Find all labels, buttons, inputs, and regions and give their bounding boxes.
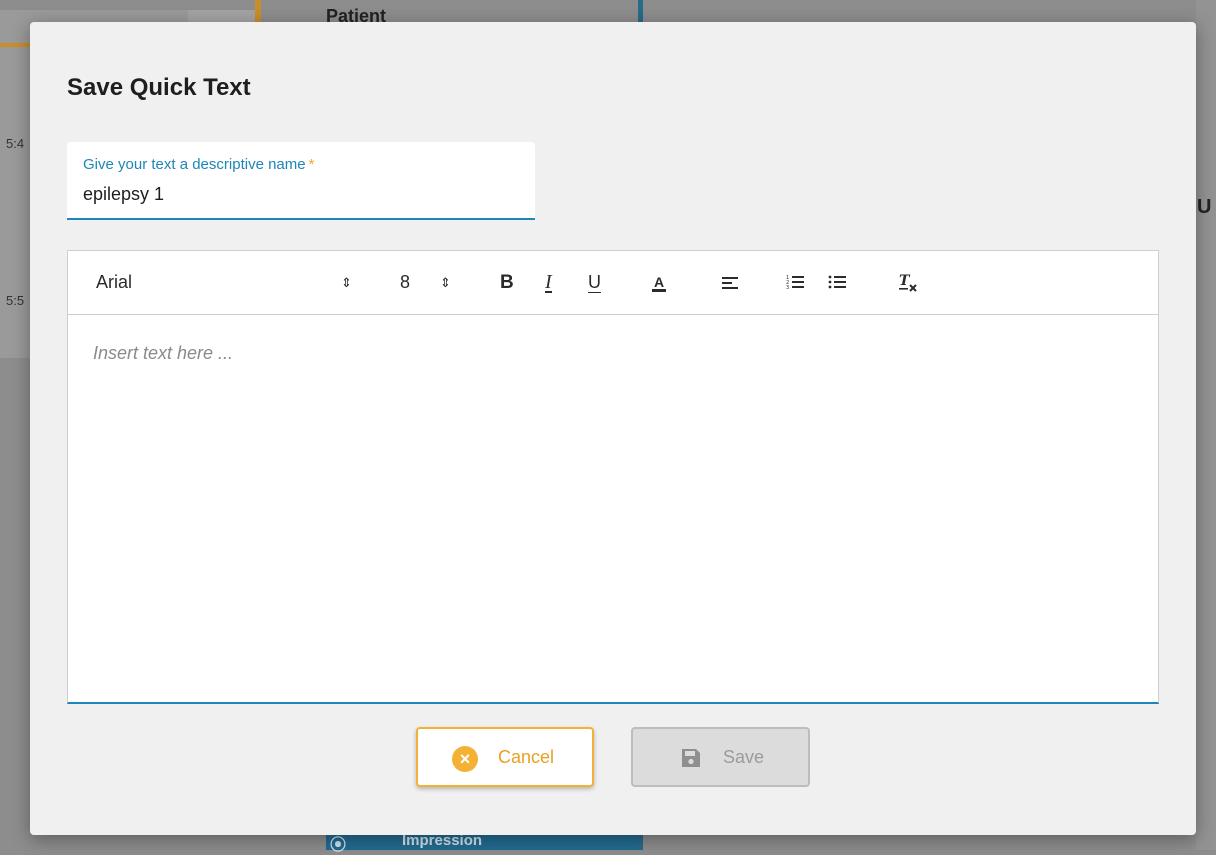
floppy-disk-icon xyxy=(682,749,700,767)
editor-toolbar: Arial ⇕ 8 ⇕ B I U A 1 2 3 T xyxy=(68,251,1158,315)
clear-format-icon: T xyxy=(899,273,917,292)
size-select-value: 8 xyxy=(400,272,411,292)
underline-button[interactable]: U xyxy=(588,251,601,314)
name-field-label: Give your text a descriptive name * xyxy=(83,156,314,173)
required-marker: * xyxy=(308,156,315,173)
name-field-label-text: Give your text a descriptive name xyxy=(83,156,306,173)
save-quick-text-dialog: Save Quick Text Give your text a descrip… xyxy=(30,22,1196,835)
save-button[interactable]: Save xyxy=(631,727,810,787)
rich-text-editor: Arial ⇕ 8 ⇕ B I U A 1 2 3 T Insert text … xyxy=(67,250,1159,704)
editor-placeholder: Insert text here ... xyxy=(93,343,234,363)
text-color-button[interactable]: A xyxy=(652,251,667,314)
ordered-list-icon: 1 2 3 xyxy=(786,275,804,291)
italic-button[interactable]: I xyxy=(545,251,552,314)
background-accent xyxy=(0,43,30,47)
save-button-label: Save xyxy=(723,747,765,767)
align-left-icon xyxy=(722,277,738,289)
updown-icon: ⇕ xyxy=(341,275,352,290)
text-color-icon: A xyxy=(652,274,667,292)
svg-text:T: T xyxy=(899,273,911,289)
underline-icon: U xyxy=(588,272,601,292)
name-input[interactable] xyxy=(83,182,503,206)
background-column-text: U xyxy=(1197,196,1212,218)
editor-content[interactable]: Insert text here ... xyxy=(68,315,1158,701)
bold-button[interactable]: B xyxy=(500,251,514,314)
dialog-title: Save Quick Text xyxy=(67,74,251,101)
updown-icon: ⇕ xyxy=(440,275,451,290)
cancel-button[interactable]: × Cancel xyxy=(416,727,594,787)
font-select-value: Arial xyxy=(96,272,133,292)
name-field: Give your text a descriptive name * xyxy=(67,142,535,220)
bold-icon: B xyxy=(500,272,514,293)
bullet-list-icon xyxy=(828,275,846,289)
cancel-button-label: Cancel xyxy=(498,747,555,767)
size-select[interactable]: 8 ⇕ xyxy=(400,251,460,314)
font-select[interactable]: Arial ⇕ xyxy=(96,251,366,314)
background-time: 5:5 xyxy=(6,293,25,308)
italic-icon: I xyxy=(545,271,552,293)
background-time: 5:4 xyxy=(6,136,25,151)
cancel-icon: × xyxy=(452,746,478,772)
background-tab: ⦿ Impression xyxy=(326,832,638,854)
background-panel xyxy=(1196,0,1216,850)
svg-text:3: 3 xyxy=(786,285,789,291)
